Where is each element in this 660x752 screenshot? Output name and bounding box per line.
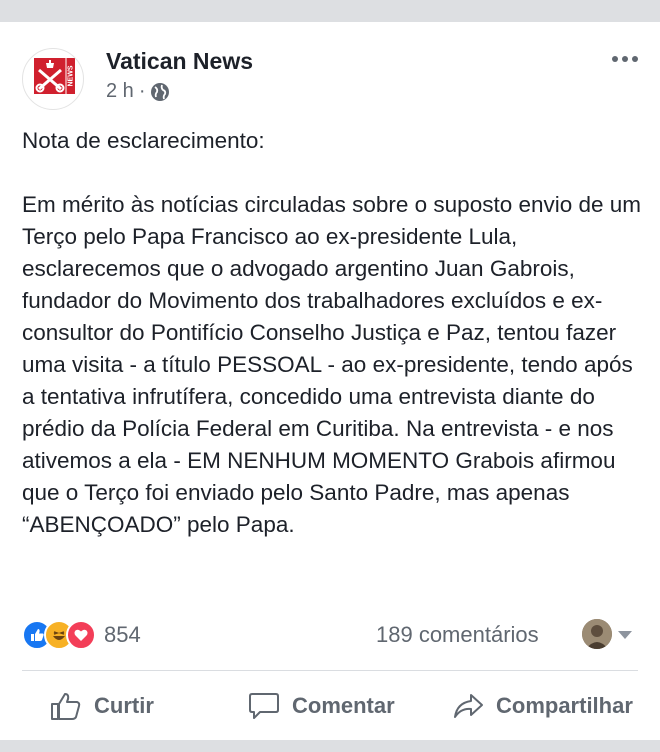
actions-divider — [22, 670, 638, 671]
vatican-news-logo-icon: NEWS — [34, 58, 75, 94]
share-label: Compartilhar — [496, 693, 633, 718]
page-name[interactable]: Vatican News — [106, 48, 253, 75]
share-button[interactable]: Compartilhar — [452, 682, 633, 730]
reaction-count: 854 — [104, 622, 141, 647]
audience-dropdown-icon[interactable] — [618, 631, 632, 639]
comment-count[interactable]: 189 comentários — [376, 622, 539, 648]
post-text: Nota de esclarecimento: Em mérito às not… — [22, 128, 642, 537]
globe-icon — [151, 82, 170, 101]
post-meta: 2 h · — [106, 80, 170, 103]
comment-label: Comentar — [292, 693, 395, 718]
page-avatar[interactable]: NEWS — [22, 48, 84, 110]
love-reaction-icon — [66, 620, 96, 650]
share-arrow-icon — [454, 694, 483, 718]
feed-separator-top — [0, 0, 660, 22]
comment-bubble-icon — [249, 693, 279, 719]
like-label: Curtir — [94, 693, 154, 718]
feed-separator-bottom — [0, 740, 660, 752]
logo-text: NEWS — [67, 65, 74, 86]
like-button[interactable]: Curtir — [50, 682, 154, 730]
post-time[interactable]: 2 h — [106, 80, 134, 103]
reactions-summary[interactable]: 854 — [22, 620, 141, 650]
post-card: NEWS Vatican News 2 h · Nota de esclarec… — [0, 22, 660, 740]
more-options-icon[interactable] — [612, 56, 638, 62]
meta-separator: · — [138, 80, 146, 102]
comment-button[interactable]: Comentar — [248, 682, 395, 730]
thumbs-up-icon — [51, 693, 81, 720]
viewer-avatar[interactable] — [582, 619, 612, 649]
